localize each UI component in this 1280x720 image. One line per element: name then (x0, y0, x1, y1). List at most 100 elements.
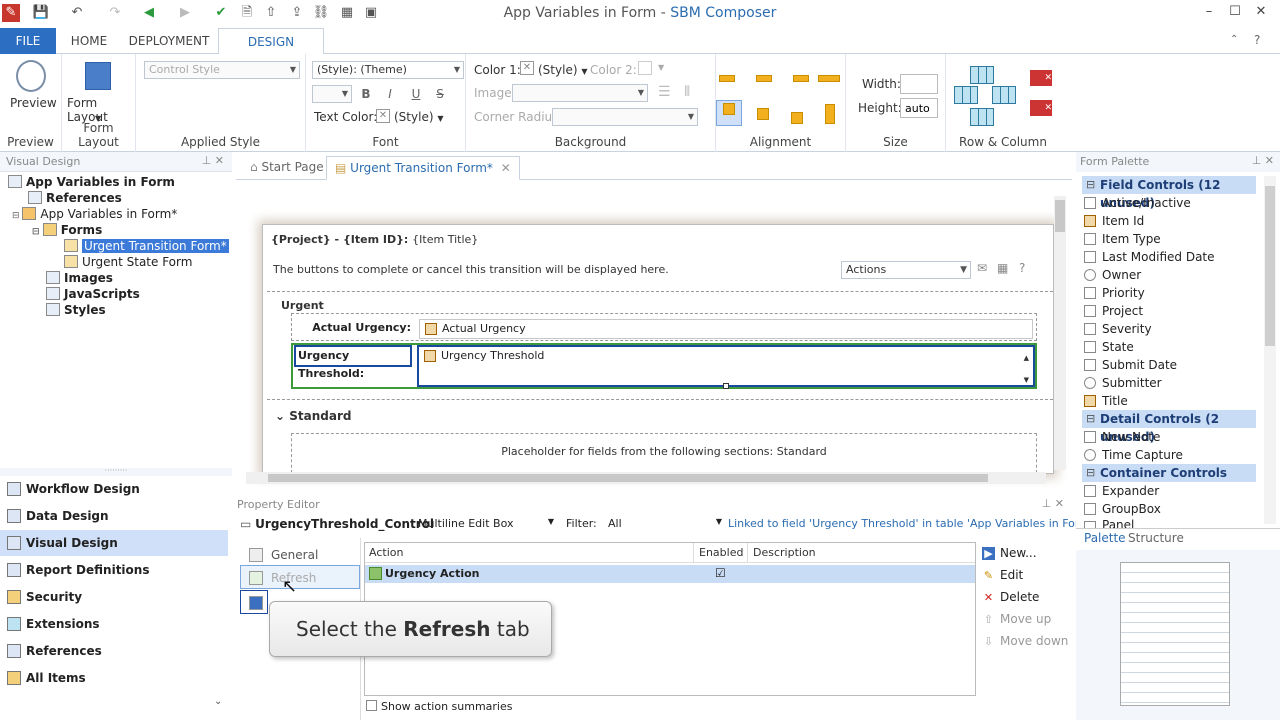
align-middle-icon[interactable] (750, 102, 776, 126)
tree-node[interactable]: References (28, 190, 122, 206)
tab-design[interactable]: DESIGN (218, 28, 324, 55)
nav-workflow-design[interactable]: Workflow Design (0, 476, 228, 502)
panel-splitter[interactable]: ········· (0, 467, 232, 476)
bold-button[interactable]: B (356, 84, 376, 104)
thumbnail-preview[interactable] (1120, 562, 1230, 706)
image-dropdown[interactable]: ▼ (512, 84, 648, 102)
palette-item[interactable]: State (1084, 338, 1134, 356)
insert-row-above-icon[interactable] (970, 66, 994, 84)
tab-urgent-transition-form[interactable]: ▤ Urgent Transition Form* ✕ (326, 156, 520, 180)
color2-swatch[interactable] (638, 61, 652, 75)
palette-item[interactable]: Panel (1084, 518, 1134, 528)
urgency-threshold-label[interactable]: Urgency Threshold: (294, 345, 412, 380)
palette-category-detail-controls[interactable]: Detail Controls (2 unused) (1082, 410, 1256, 444)
font-size-dropdown[interactable]: ▼ (312, 85, 352, 103)
pe-tab-general[interactable]: General (240, 542, 360, 566)
nav-all-items[interactable]: All Items (0, 665, 228, 691)
column-description[interactable]: Description (753, 546, 816, 559)
pin-icon[interactable]: ⊥ ✕ (1042, 497, 1064, 510)
text-color-dropdown[interactable]: (Style) ▼ (394, 110, 444, 124)
actions-dropdown[interactable]: Actions ▼ (841, 261, 971, 279)
image-repeat-icon[interactable]: ⦀ (684, 84, 690, 100)
font-style-dropdown[interactable]: (Style): (Theme) ▼ (312, 61, 464, 79)
tree-node[interactable]: Images (46, 270, 113, 286)
corner-radius-dropdown[interactable]: ▼ (552, 108, 698, 126)
align-top-icon[interactable] (716, 100, 742, 126)
pe-tab-actions[interactable] (240, 590, 268, 614)
palette-item[interactable]: Title (1084, 392, 1128, 410)
palette-item[interactable]: Item Type (1084, 230, 1161, 248)
align-left-icon[interactable] (716, 68, 742, 88)
color1-dropdown[interactable]: (Style) ▼ (538, 63, 588, 77)
canvas-horizontal-scrollbar[interactable] (246, 472, 1046, 484)
column-enabled[interactable]: Enabled (699, 546, 743, 559)
tree-node[interactable]: Urgent State Form (64, 254, 192, 270)
palette-item[interactable]: Item Id (1084, 212, 1144, 230)
resize-handle[interactable] (723, 383, 729, 389)
palette-item[interactable]: Time Capture (1084, 446, 1183, 464)
align-bottom-icon[interactable] (784, 102, 810, 126)
close-tab-icon[interactable]: ✕ (501, 161, 511, 175)
table-row[interactable]: Urgency Action ☑ (365, 565, 975, 583)
tab-home[interactable]: HOME (62, 28, 116, 54)
nav-data-design[interactable]: Data Design (0, 503, 228, 529)
section-title[interactable]: ⌄ Standard (275, 409, 351, 423)
pin-icon[interactable]: ⊥ ✕ (202, 154, 224, 167)
email-icon[interactable]: ✉ (977, 261, 987, 275)
move-down-button[interactable]: ⇩ Move down (982, 634, 1068, 648)
palette-item[interactable]: Active/Inactive (1084, 194, 1191, 212)
palette-item[interactable]: Submit Date (1084, 356, 1177, 374)
palette-item[interactable]: Project (1084, 302, 1143, 320)
tree-node[interactable]: JavaScripts (46, 286, 140, 302)
italic-button[interactable]: I (380, 84, 400, 104)
urgency-threshold-field[interactable]: Urgency Threshold ▲ ▼ (417, 345, 1035, 389)
scroll-up-icon[interactable]: ▲ (1024, 349, 1029, 367)
layout-icon[interactable]: ▦ (997, 261, 1008, 275)
tab-structure[interactable]: Structure (1128, 531, 1184, 545)
minimize-button[interactable]: – (1198, 4, 1220, 22)
close-button[interactable]: ✕ (1250, 4, 1272, 22)
palette-item[interactable]: Owner (1084, 266, 1141, 284)
tab-file[interactable]: FILE (0, 28, 56, 54)
new-action-button[interactable]: ▶ New... (982, 546, 1037, 560)
height-input[interactable] (900, 98, 938, 118)
palette-item[interactable]: Severity (1084, 320, 1152, 338)
delete-action-button[interactable]: ✕ Delete (982, 590, 1040, 604)
insert-column-left-icon[interactable] (954, 86, 978, 104)
align-right-icon[interactable] (784, 68, 810, 88)
palette-scrollbar[interactable] (1264, 176, 1276, 524)
insert-row-below-icon[interactable] (970, 108, 994, 126)
nav-extensions[interactable]: Extensions (0, 611, 228, 637)
width-input[interactable] (900, 74, 938, 94)
edit-action-button[interactable]: ✎ Edit (982, 568, 1023, 582)
tree-node[interactable]: ⊟ Forms (32, 222, 102, 238)
align-stretch-icon[interactable] (816, 68, 842, 88)
enabled-checkbox[interactable]: ☑ (715, 566, 726, 580)
tab-palette[interactable]: Palette (1084, 531, 1126, 545)
delete-column-icon[interactable]: ✕ (1030, 100, 1052, 116)
palette-item[interactable]: GroupBox (1084, 500, 1161, 518)
tree-node-selected[interactable]: Urgent Transition Form* (64, 238, 229, 254)
show-summaries-checkbox[interactable]: Show action summaries (366, 700, 512, 713)
palette-category-container-controls[interactable]: Container Controls (1082, 464, 1256, 482)
help-icon[interactable]: ? (1019, 261, 1025, 275)
tree-node[interactable]: App Variables in Form (8, 174, 175, 190)
tab-start-page[interactable]: ⌂ Start Page (242, 156, 332, 180)
scroll-down-icon[interactable]: ▼ (1024, 371, 1029, 389)
filter-dropdown[interactable]: All ▼ (608, 517, 724, 530)
tab-deployment[interactable]: DEPLOYMENT (122, 28, 216, 54)
control-style-dropdown[interactable]: Control Style ▼ (144, 61, 300, 79)
collapse-ribbon-icon[interactable]: ⌃ (1230, 34, 1238, 45)
tree-node[interactable]: Styles (46, 302, 106, 318)
help-icon[interactable]: ? (1254, 33, 1260, 47)
image-align-icon[interactable]: ☰ (658, 84, 671, 100)
palette-category-field-controls[interactable]: Field Controls (12 unused) (1082, 176, 1256, 210)
nav-report-definitions[interactable]: Report Definitions (0, 557, 228, 583)
underline-button[interactable]: U (406, 84, 426, 104)
palette-item[interactable]: Expander (1084, 482, 1159, 500)
column-action[interactable]: Action (369, 546, 403, 559)
nav-security[interactable]: Security (0, 584, 228, 610)
tree-node[interactable]: ⊟ App Variables in Form* (12, 206, 177, 222)
move-up-button[interactable]: ⇧ Move up (982, 612, 1051, 626)
palette-item[interactable]: Priority (1084, 284, 1145, 302)
